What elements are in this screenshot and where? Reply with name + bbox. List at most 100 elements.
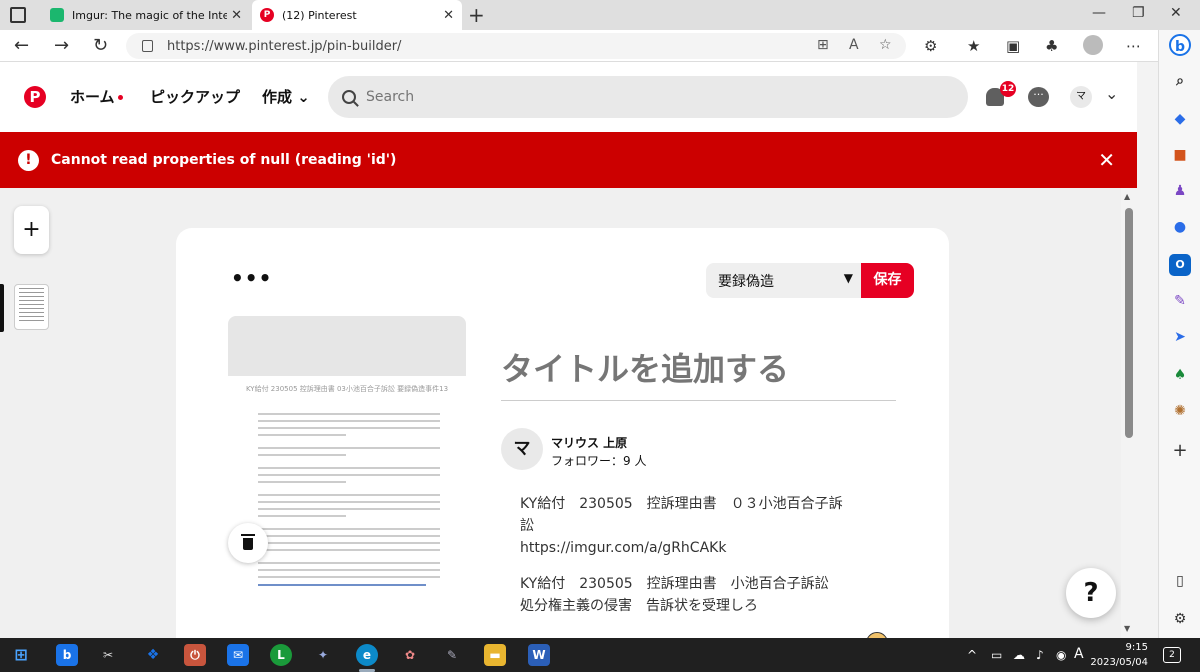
close-icon[interactable]: ✕ xyxy=(443,8,454,23)
description-field[interactable]: KY給付 230505 控訴理由書 ０３小池百合子訴訟 https://imgu… xyxy=(520,493,850,631)
mail-icon[interactable]: ✉ xyxy=(227,644,249,666)
outlook-icon[interactable]: O xyxy=(1169,254,1191,276)
document-link xyxy=(258,584,426,586)
account-chevron-down-icon[interactable]: ⌄ xyxy=(1105,84,1118,103)
bing-icon[interactable]: b xyxy=(1169,34,1191,56)
pinterest-header: P ホーム ピックアップ 作成 ⌄ 12 ··· マ ⌄ xyxy=(0,62,1137,132)
description-line: https://imgur.com/a/gRhCAKk xyxy=(520,540,727,556)
tab-title: (12) Pinterest xyxy=(282,8,357,22)
sidebar-layout-icon[interactable]: ▯ xyxy=(1169,570,1191,592)
cookie-icon[interactable]: ✺ xyxy=(1169,400,1191,422)
settings-more-icon[interactable]: ⋯ xyxy=(1126,37,1141,55)
volume-icon[interactable]: ♪ xyxy=(1036,648,1044,662)
restore-icon[interactable]: ❐ xyxy=(1132,5,1145,21)
word-icon[interactable]: W xyxy=(528,644,550,666)
search-input[interactable] xyxy=(366,89,926,105)
battery-icon[interactable]: ▭ xyxy=(991,648,1002,662)
help-button[interactable]: ? xyxy=(1066,568,1116,618)
tab-title: Imgur: The magic of the Internet xyxy=(72,8,228,22)
imgur-icon xyxy=(50,8,64,22)
send-icon[interactable]: ➤ xyxy=(1169,326,1191,348)
author-followers: フォロワー：9 人 xyxy=(551,454,647,468)
scroll-down-icon[interactable]: ▼ xyxy=(1124,624,1130,633)
windows-start-icon[interactable]: ⊞ xyxy=(10,644,32,666)
tools-icon[interactable]: ■ xyxy=(1169,144,1191,166)
add-sidebar-icon[interactable]: + xyxy=(1169,440,1191,462)
document-header: KY給付 230505 控訴理由書 03小池百合子訴訟 要録偽造事件13 xyxy=(245,385,449,393)
board-select[interactable]: 要録偽造 ▼ xyxy=(706,263,861,298)
clock-time: 9:15 xyxy=(1125,642,1148,653)
title-input[interactable]: タイトルを追加する xyxy=(501,344,896,401)
games-icon[interactable]: ♟ xyxy=(1169,180,1191,202)
chevron-down-icon: ▼ xyxy=(843,271,853,285)
app-icon[interactable]: ⏻ xyxy=(184,644,206,666)
ime-indicator[interactable]: A xyxy=(1074,646,1084,662)
nav-create[interactable]: 作成 ⌄ xyxy=(262,86,310,107)
dropbox-icon[interactable]: ❖ xyxy=(142,644,164,666)
nav-pickup[interactable]: ピックアップ xyxy=(150,86,240,107)
tools-app-icon[interactable]: ✎ xyxy=(441,644,463,666)
scroll-up-icon[interactable]: ▲ xyxy=(1124,192,1130,201)
tree-icon[interactable]: ♠ xyxy=(1169,364,1191,386)
sidebar-settings-icon[interactable]: ⚙ xyxy=(1169,608,1191,630)
trash-icon xyxy=(243,538,253,550)
feather-app-icon[interactable]: ✦ xyxy=(312,644,334,666)
add-pin-button[interactable]: + xyxy=(14,206,49,254)
extensions-icon[interactable]: ⚙ xyxy=(924,37,937,55)
collections-icon[interactable]: ▣ xyxy=(1006,37,1020,55)
trash-icon-lid xyxy=(241,534,255,536)
network-icon[interactable]: ◉ xyxy=(1056,648,1066,662)
back-icon[interactable]: ← xyxy=(14,35,29,56)
close-icon[interactable]: ✕ xyxy=(1098,148,1115,172)
new-tab-icon[interactable]: + xyxy=(468,3,485,27)
browser-profile-avatar[interactable] xyxy=(1083,35,1103,55)
search-icon[interactable]: ⌕ xyxy=(1169,70,1191,92)
taskbar-clock[interactable]: 9:15 2023/05/04 xyxy=(1088,640,1148,670)
messages-icon[interactable]: ··· xyxy=(1028,87,1049,107)
bing-taskbar-icon[interactable]: b xyxy=(56,644,78,666)
designer-icon[interactable]: ✎ xyxy=(1169,290,1191,312)
refresh-icon[interactable]: ↻ xyxy=(93,35,108,56)
delete-image-button[interactable] xyxy=(228,523,268,563)
shopping-icon[interactable]: ◆ xyxy=(1169,108,1191,130)
tab-actions-icon[interactable] xyxy=(10,7,26,23)
lock-icon xyxy=(142,40,153,52)
microsoft365-icon[interactable]: ● xyxy=(1169,216,1191,238)
tray-chevron-icon[interactable]: ^ xyxy=(967,648,977,662)
snipping-icon[interactable]: ✂ xyxy=(97,644,119,666)
scrollbar-thumb[interactable] xyxy=(1125,208,1133,438)
extension-icon[interactable]: ♣ xyxy=(1045,37,1058,55)
read-aloud-icon[interactable]: A xyxy=(849,37,859,53)
minimize-icon[interactable]: — xyxy=(1092,5,1106,21)
tab-pinterest[interactable]: P (12) Pinterest ✕ xyxy=(252,0,462,30)
app-available-icon[interactable]: ⊞ xyxy=(817,37,829,53)
url-field[interactable]: https://www.pinterest.jp/pin-builder/ xyxy=(126,33,906,59)
pinterest-logo-icon[interactable]: P xyxy=(24,86,46,108)
cloud-icon[interactable]: ☁ xyxy=(1013,648,1025,662)
more-options-icon[interactable]: ••• xyxy=(231,266,272,290)
forward-icon[interactable]: → xyxy=(54,35,69,56)
edge-taskbar-icon[interactable]: e xyxy=(356,644,378,666)
paint-app-icon[interactable]: ✿ xyxy=(399,644,421,666)
pin-builder-card: ••• 要録偽造 ▼ 保存 KY給付 230505 控訴理由書 03小池百合子訴… xyxy=(176,228,949,638)
notification-badge: 12 xyxy=(1000,81,1016,97)
window-close-icon[interactable]: ✕ xyxy=(1170,5,1182,21)
nav-home[interactable]: ホーム xyxy=(70,86,123,107)
file-explorer-icon[interactable]: ▬ xyxy=(484,644,506,666)
search-bar[interactable] xyxy=(328,76,968,118)
document-image-preview: KY給付 230505 控訴理由書 03小池百合子訴訟 要録偽造事件13 xyxy=(228,376,466,636)
save-button[interactable]: 保存 xyxy=(861,263,914,298)
url-text: https://www.pinterest.jp/pin-builder/ xyxy=(167,38,402,54)
add-favorite-icon[interactable]: ☆ xyxy=(879,37,892,53)
draft-pin-thumbnail[interactable] xyxy=(14,284,49,330)
unread-dot xyxy=(117,95,123,100)
line-app-icon[interactable]: L xyxy=(270,644,292,666)
image-preview-top xyxy=(228,316,466,376)
scrollbar[interactable]: ▲ ▼ xyxy=(1121,188,1137,638)
avatar[interactable]: マ xyxy=(1070,86,1092,108)
close-icon[interactable]: ✕ xyxy=(231,8,242,23)
tab-imgur[interactable]: Imgur: The magic of the Internet ✕ xyxy=(42,0,250,30)
notification-center-icon[interactable]: 2 xyxy=(1163,647,1181,663)
favorites-icon[interactable]: ★ xyxy=(967,37,980,55)
clock-date: 2023/05/04 xyxy=(1090,657,1148,668)
